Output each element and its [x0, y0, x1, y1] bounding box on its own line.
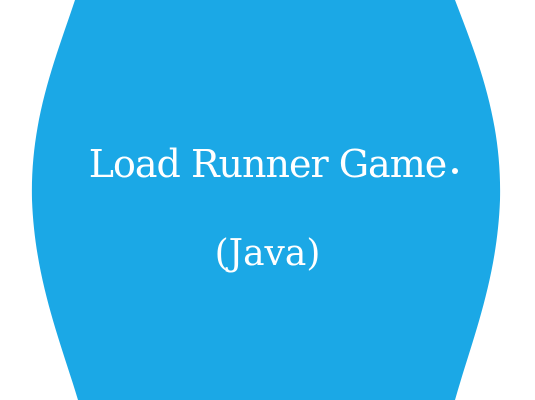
background-fill: [0, 0, 535, 400]
slide: Load Runner Game (Java): [0, 0, 535, 400]
slide-title: Load Runner Game: [88, 142, 447, 186]
slide-background: [0, 0, 535, 400]
title-period-dot: [452, 168, 458, 174]
slide-subtitle: (Java): [214, 233, 321, 274]
